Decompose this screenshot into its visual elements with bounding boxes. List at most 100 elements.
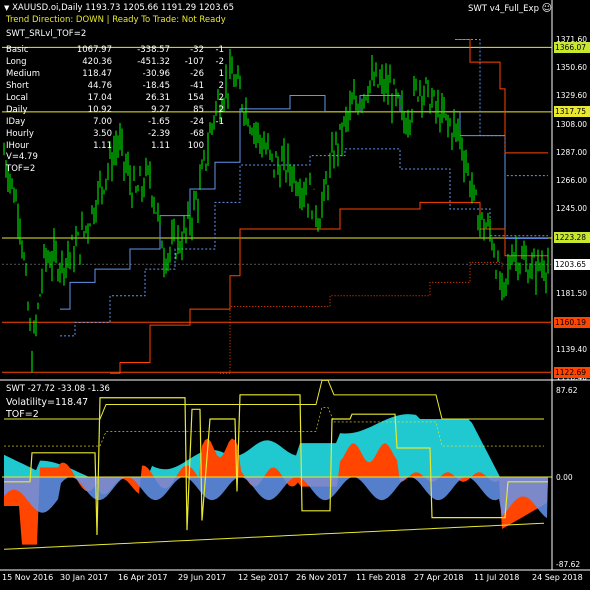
resistance-line — [110, 201, 548, 374]
price-level-tag: 1366.07 — [554, 41, 590, 53]
date-label: 26 Nov 2017 — [296, 573, 348, 582]
level-cell-c: -24 — [190, 117, 204, 127]
level-cell-b: -338.57 — [137, 45, 170, 55]
date-label: 29 Jun 2017 — [178, 573, 227, 582]
level-row: Local 17.04 26.31 154 2 — [6, 92, 224, 104]
level-cell-label: Basic — [6, 45, 29, 55]
symbol-info: ▼ XAUUSD.oi,Daily 1193.73 1205.66 1191.2… — [4, 3, 234, 13]
price-level-tag: 1160.19 — [554, 316, 590, 328]
date-label: 11 Feb 2018 — [356, 573, 406, 582]
level-cell-d: 2 — [218, 81, 224, 91]
level-cell-a: 118.47 — [82, 69, 112, 79]
lower-tof-text: TOF=2 — [6, 409, 39, 420]
price-axis-label: 1329.60 — [556, 91, 588, 101]
level-cell-c: 85 — [193, 105, 204, 115]
level-cell-c: -107 — [184, 57, 204, 67]
level-cell-label: Long — [6, 57, 27, 67]
indicator-name: SWT v4_Full_Exp — [468, 4, 539, 14]
date-label: 27 Apr 2018 — [414, 573, 464, 582]
resistance-line-dotted — [220, 261, 503, 374]
volatility-text: Volatility=118.47 — [6, 397, 89, 408]
level-cell-a: 17.04 — [87, 93, 112, 103]
level-cell-c: -32 — [190, 45, 204, 55]
date-label: 15 Nov 2016 — [2, 573, 54, 582]
price-level-tag: 1203.65 — [554, 258, 590, 270]
date-label: 30 Jan 2017 — [60, 573, 108, 582]
trend-direction-text: Trend Direction: DOWN | Ready To Trade: … — [6, 15, 226, 25]
price-level-tag: 1223.28 — [554, 232, 590, 244]
level-cell-d — [204, 140, 224, 152]
level-cell-c: -41 — [190, 81, 204, 91]
level-cell-b: -1.65 — [148, 117, 170, 127]
smiley-icon: ☺ — [541, 3, 553, 14]
level-table: Basic 1067.97 -338.57 -32 -1 Long 420.36 -451.3… — [6, 44, 224, 152]
level-cell-label: Daily — [6, 105, 28, 115]
envelope-lower — [3, 522, 545, 550]
level-cell-a: 7.00 — [93, 117, 112, 127]
cyan-area — [4, 414, 500, 477]
level-row: Basic 1067.97 -338.57 -32 -1 — [6, 44, 224, 56]
symbol-line: XAUUSD.oi,Daily 1193.73 1205.66 1191.29 … — [12, 3, 234, 13]
level-cell-label: Hourly — [6, 129, 34, 139]
level-row: Hourly 3.50 -2.39 -68 — [6, 128, 224, 140]
dropdown-triangle-icon[interactable]: ▼ — [4, 4, 9, 12]
level-cell-c: -68 — [190, 129, 204, 139]
price-axis-label: 1350.60 — [556, 63, 588, 73]
level-cell-b: -2.39 — [148, 129, 170, 139]
level-cell-b: 1.11 — [151, 141, 170, 151]
price-axis-label: 1181.50 — [556, 288, 588, 298]
v-value: V=4.79 — [6, 152, 38, 162]
level-cell-c: 100 — [187, 141, 204, 151]
level-row: Daily 10.92 9.27 85 2 — [6, 104, 224, 116]
level-cell-a: 420.36 — [82, 57, 112, 67]
date-label: 12 Sep 2017 — [238, 573, 289, 582]
level-cell-d: 2 — [218, 105, 224, 115]
price-axis-label: 1245.00 — [556, 204, 588, 213]
level-cell-a: 10.92 — [87, 105, 112, 115]
date-label: 11 Jul 2018 — [474, 573, 520, 582]
srlvl-label: SWT_SRLvl_TOF=2 — [6, 29, 87, 39]
level-row: IHour 1.11 1.11 100 — [6, 140, 224, 152]
level-row: Medium 118.47 -30.96 -26 1 — [6, 68, 224, 80]
level-cell-d: 2 — [218, 93, 224, 103]
level-cell-b: -30.96 — [142, 69, 170, 79]
level-cell-a: 3.50 — [93, 129, 112, 139]
price-axis-label: 1266.00 — [556, 175, 588, 185]
level-cell-label: Local — [6, 93, 29, 103]
level-cell-b: -18.45 — [142, 81, 170, 91]
level-cell-c: -26 — [190, 69, 204, 79]
level-row: Long 420.36 -451.32 -107 -2 — [6, 56, 224, 68]
support-line-dashed — [60, 148, 548, 337]
date-label: 16 Apr 2017 — [118, 573, 168, 582]
price-level-tag: 1317.75 — [554, 106, 590, 118]
indicator-title: SWT v4_Full_Exp ☺ — [468, 3, 553, 15]
level-cell-d — [204, 128, 224, 140]
level-cell-label: IDay — [6, 117, 26, 127]
level-cell-label: Medium — [6, 69, 40, 79]
level-cell-a: 1.11 — [93, 141, 112, 151]
level-cell-d: 1 — [218, 69, 224, 79]
level-cell-b: 26.31 — [145, 93, 170, 103]
swt-panel-title: SWT -27.72 -33.08 -1.36 — [6, 384, 110, 394]
level-cell-b: 9.27 — [151, 105, 170, 115]
chart-window[interactable]: ▼ XAUUSD.oi,Daily 1193.73 1205.66 1191.2… — [0, 0, 590, 590]
level-cell-a: 44.76 — [87, 81, 112, 91]
level-cell-d: -1 — [215, 117, 224, 127]
price-axis-label: 1139.40 — [556, 344, 588, 354]
tof-value: TOF=2 — [6, 164, 36, 174]
lower-axis-zero: 0.00 — [556, 473, 573, 482]
level-cell-b: -451.32 — [137, 57, 170, 67]
date-label: 24 Sep 2018 — [532, 573, 583, 582]
lower-axis-top: 87.62 — [556, 386, 578, 395]
price-level-tag: 1122.69 — [554, 366, 590, 378]
level-cell-d: -2 — [215, 57, 224, 67]
level-cell-label: Short — [6, 81, 29, 91]
price-axis-label: 1287.00 — [556, 147, 588, 157]
price-axis-label: 1308.00 — [556, 119, 588, 129]
level-cell-label: IHour — [6, 141, 29, 151]
level-cell-a: 1067.97 — [76, 45, 112, 55]
blue-area — [4, 477, 548, 519]
lower-axis-bottom: -87.62 — [556, 560, 581, 569]
level-cell-d: -1 — [215, 45, 224, 55]
level-row: Short 44.76 -18.45 -41 2 — [6, 80, 224, 92]
